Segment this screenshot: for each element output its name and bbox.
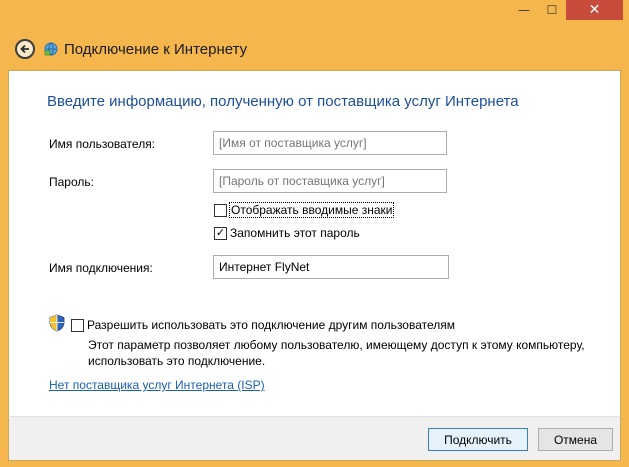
password-input[interactable] xyxy=(213,169,447,193)
connection-name-input[interactable] xyxy=(213,255,449,279)
allow-others-checkbox-row[interactable]: Разрешить использовать это подключение д… xyxy=(71,318,455,332)
button-bar: Подключить Отмена xyxy=(8,416,621,461)
content-panel: Введите информацию, полученную от постав… xyxy=(8,70,621,416)
username-input[interactable] xyxy=(213,131,447,155)
network-globe-icon xyxy=(44,42,58,56)
remember-password-checkbox-row[interactable]: ✓ Запомнить этот пароль xyxy=(214,226,360,240)
show-chars-checkbox-row[interactable]: Отображать вводимые знаки xyxy=(214,202,395,218)
dialog-window: — ☐ ✕ Подключение к Интернету Введите ин… xyxy=(0,0,629,467)
connection-name-label: Имя подключения: xyxy=(49,261,153,275)
show-chars-checkbox[interactable] xyxy=(214,203,227,217)
back-arrow-icon xyxy=(20,44,29,54)
page-heading: Введите информацию, полученную от постав… xyxy=(47,93,519,110)
username-label: Имя пользователя: xyxy=(49,137,156,151)
close-button[interactable]: ✕ xyxy=(566,0,623,20)
remember-password-checkbox[interactable]: ✓ xyxy=(214,226,227,240)
allow-others-checkbox[interactable] xyxy=(71,318,84,332)
allow-others-description: Этот параметр позволяет любому пользоват… xyxy=(88,338,585,368)
allow-others-label[interactable]: Разрешить использовать это подключение д… xyxy=(87,318,455,332)
minimize-button[interactable]: — xyxy=(510,0,538,20)
cancel-button[interactable]: Отмена xyxy=(538,428,613,451)
no-isp-link[interactable]: Нет поставщика услуг Интернета (ISP) xyxy=(49,378,265,392)
remember-password-label[interactable]: Запомнить этот пароль xyxy=(230,226,360,240)
connect-button[interactable]: Подключить xyxy=(428,428,528,451)
password-label: Пароль: xyxy=(49,175,94,189)
window-title: Подключение к Интернету xyxy=(64,40,248,58)
uac-shield-icon xyxy=(49,314,65,332)
back-button[interactable] xyxy=(15,39,35,59)
maximize-button[interactable]: ☐ xyxy=(538,0,566,20)
wizard-header: Подключение к Интернету xyxy=(8,28,621,70)
show-chars-label[interactable]: Отображать вводимые знаки xyxy=(228,202,395,218)
title-bar[interactable]: — ☐ ✕ xyxy=(0,0,629,28)
